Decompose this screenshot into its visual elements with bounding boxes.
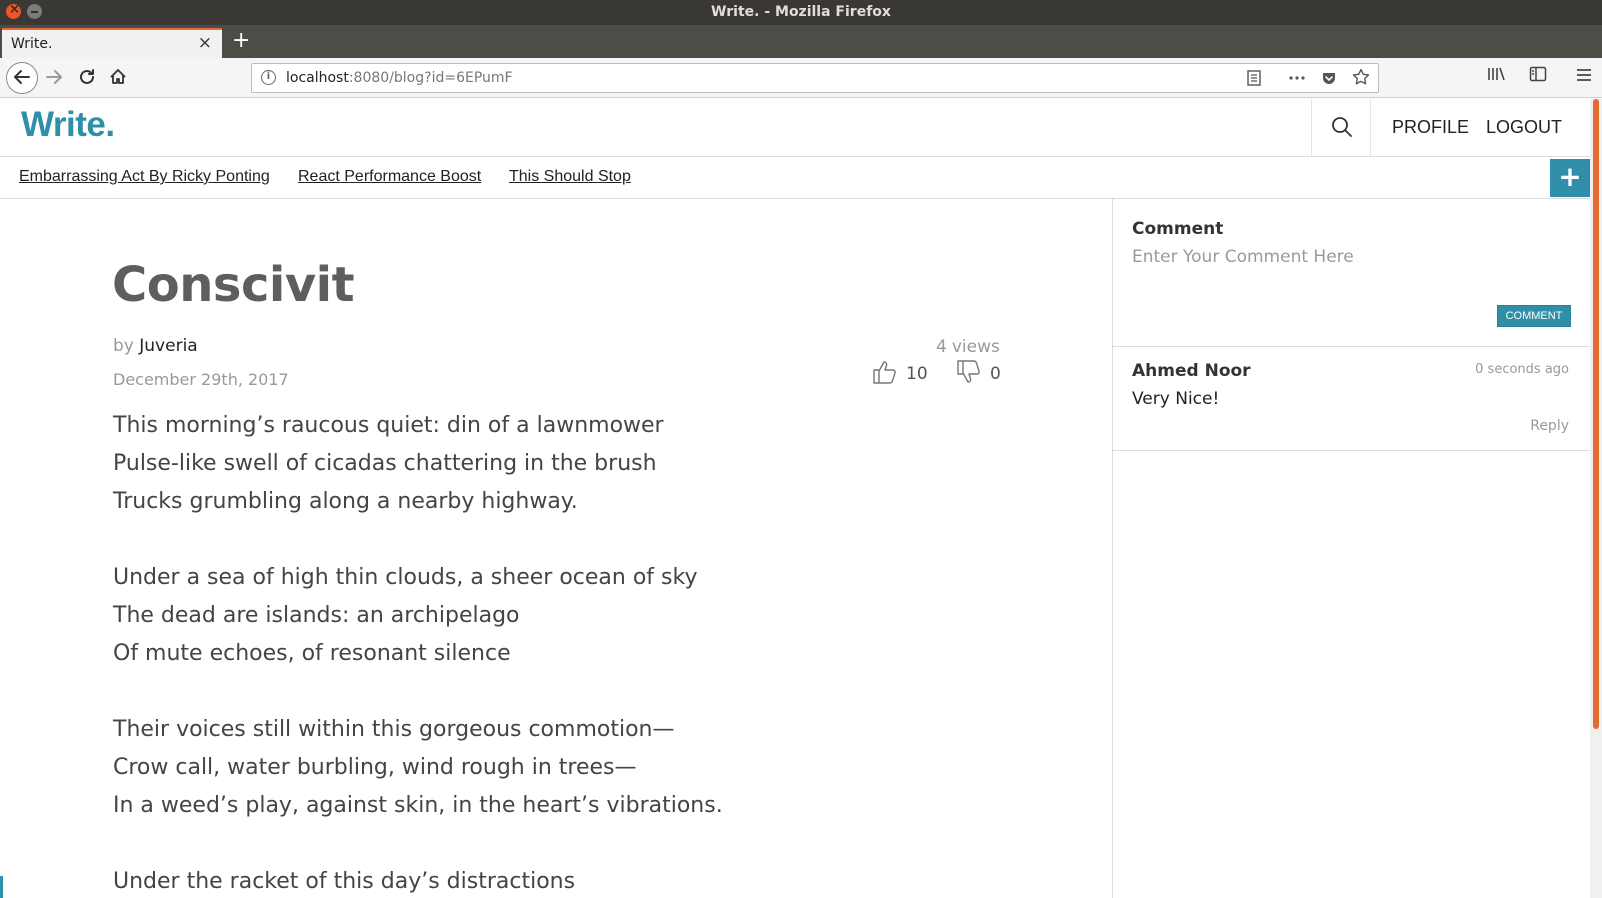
comments-panel: Comment COMMENT Ahmed Noor 0 seconds ago… [1112,199,1591,898]
blog-link-ponting[interactable]: Embarrassing Act By Ricky Ponting [19,168,270,186]
post-author[interactable]: Juveria [139,336,197,356]
edge-marker [0,876,3,898]
site-logo[interactable]: Write. [21,105,115,145]
poem-line-blank [113,521,723,559]
post-body: This morning’s raucous quiet: din of a l… [113,407,723,898]
poem-line: In a weed’s play, against skin, in the h… [113,793,723,818]
comment-reply-link[interactable]: Reply [1530,418,1569,434]
back-arrow-icon [14,70,30,84]
thumbs-up-icon [873,361,896,384]
views-label: views [951,337,1000,357]
library-icon[interactable] [1487,66,1505,87]
home-icon [110,69,126,84]
post-title: Conscivit [112,257,355,313]
blog-links-bar: Embarrassing Act By Ricky Ponting React … [0,157,1590,199]
by-prefix: by [113,336,134,356]
forward-arrow-icon [46,70,62,84]
reload-button[interactable] [73,64,101,92]
post-byline: by Juveria [113,336,198,356]
page-scrollbar[interactable] [1590,99,1602,898]
poem-line-blank [113,825,723,863]
poem-line: Under the racket of this day’s distracti… [113,869,576,894]
poem-line: Trucks grumbling along a nearby highway. [113,489,578,514]
bookmark-star-icon[interactable] [1352,68,1370,90]
comment-time: 0 seconds ago [1475,362,1569,377]
thumbs-down-icon [957,360,980,383]
profile-link[interactable]: PROFILE [1392,117,1469,138]
tab-title: Write. [11,36,53,52]
comment-divider [1113,450,1591,451]
back-button[interactable] [6,62,38,94]
hamburger-menu-icon[interactable] [1576,67,1592,87]
info-icon[interactable]: i [261,70,276,85]
poem-line: The dead are islands: an archipelago [113,603,520,628]
tab-strip: Write. × + [0,25,1602,58]
url-path: :8080/blog?id=6EPumF [348,70,513,86]
comment-label: Comment [1132,219,1224,239]
dislike-button[interactable]: 0 [956,359,1001,385]
post-views: 4 views [936,337,1000,357]
comment-author: Ahmed Noor [1132,361,1251,381]
poem-line: Under a sea of high thin clouds, a sheer… [113,565,698,590]
url-bar[interactable]: i localhost:8080/blog?id=6EPumF [251,63,1379,93]
dislikes-count: 0 [990,364,1001,384]
forward-button[interactable] [40,64,68,92]
url-host: localhost [286,70,349,86]
like-button[interactable]: 10 [872,359,928,385]
comment-divider [1113,346,1591,347]
tab-write[interactable]: Write. × [2,28,222,58]
blog-link-stop[interactable]: This Should Stop [509,168,631,186]
poem-line: Their voices still within this gorgeous … [113,717,675,742]
comment-text: Very Nice! [1132,389,1220,409]
url-text[interactable]: localhost:8080/blog?id=6EPumF [286,70,513,86]
logout-link[interactable]: LOGOUT [1486,117,1562,138]
post-article: Conscivit by Juveria December 29th, 2017… [0,199,1113,898]
scrollbar-thumb[interactable] [1593,99,1599,729]
pocket-icon[interactable] [1321,70,1337,90]
window-titlebar: Write. - Mozilla Firefox [0,0,1602,25]
views-count: 4 [936,337,947,357]
comment-submit-button[interactable]: COMMENT [1497,305,1571,327]
window-title: Write. - Mozilla Firefox [711,4,891,20]
nav-toolbar: i localhost:8080/blog?id=6EPumF [0,58,1602,98]
more-actions-icon[interactable] [1288,70,1306,90]
site-header: Write. PROFILE LOGOUT [0,99,1590,157]
new-tab-button[interactable]: + [232,28,250,53]
likes-count: 10 [906,364,928,384]
reload-icon [80,69,94,84]
poem-line: Crow call, water burbling, wind rough in… [113,755,637,780]
poem-line: Of mute echoes, of resonant silence [113,641,511,666]
new-post-button[interactable]: + [1550,159,1590,197]
reader-view-icon[interactable] [1247,70,1261,90]
poem-line: This morning’s raucous quiet: din of a l… [113,413,664,438]
search-icon [1332,117,1352,137]
post-date: December 29th, 2017 [113,370,289,389]
tab-close-icon[interactable]: × [198,33,212,53]
home-button[interactable] [104,64,132,92]
poem-line: Pulse-like swell of cicadas chattering i… [113,451,657,476]
blog-link-react[interactable]: React Performance Boost [298,168,481,186]
comment-input[interactable] [1132,247,1572,297]
poem-line-blank [113,673,723,711]
header-search-button[interactable] [1311,99,1371,157]
sidebar-icon[interactable] [1529,66,1547,87]
